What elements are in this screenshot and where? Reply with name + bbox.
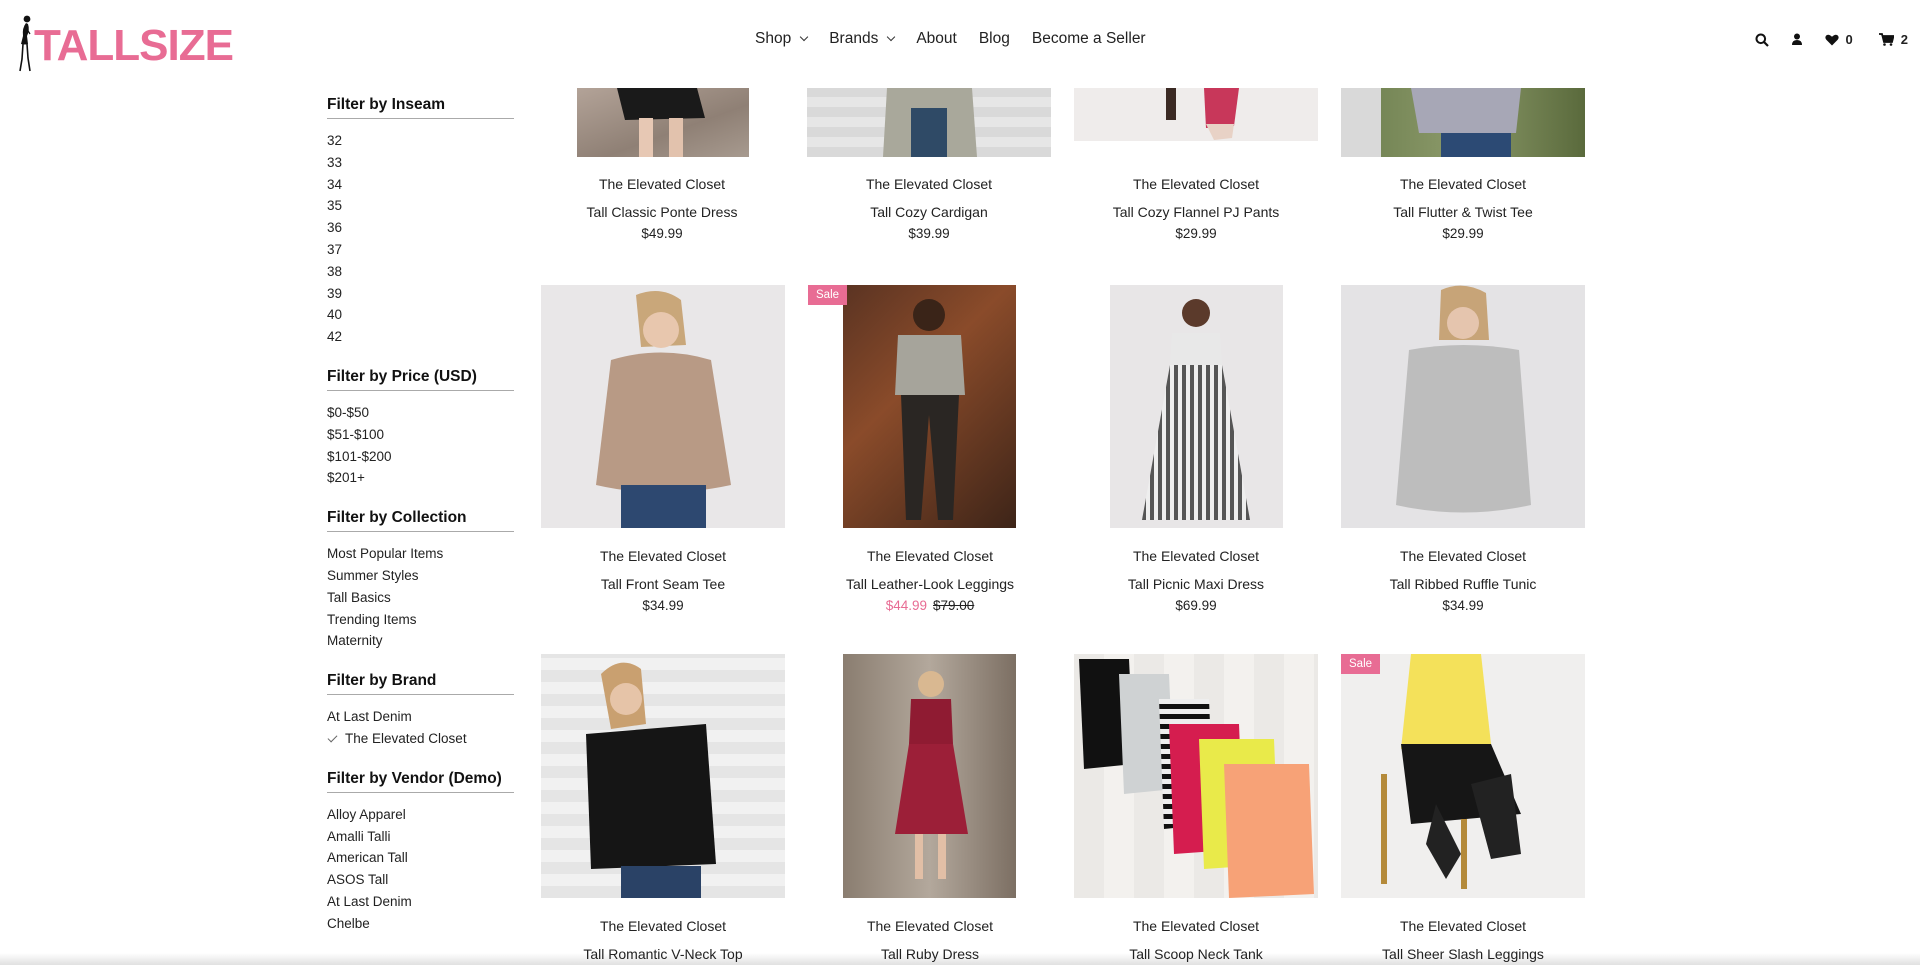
- wishlist-count: 0: [1845, 32, 1853, 47]
- product-name[interactable]: Tall Flutter & Twist Tee: [1341, 202, 1585, 222]
- product-image[interactable]: [1341, 285, 1585, 528]
- product-name[interactable]: Tall Cozy Cardigan: [807, 202, 1051, 222]
- product-price: $29.99: [1442, 226, 1484, 241]
- product-brand: The Elevated Closet: [1132, 548, 1260, 564]
- product-image[interactable]: [1110, 285, 1283, 528]
- cart-button[interactable]: 2: [1878, 32, 1908, 47]
- product-image[interactable]: [541, 654, 785, 898]
- product-image[interactable]: [807, 88, 1051, 157]
- sale-badge: Sale: [808, 285, 848, 305]
- product-image[interactable]: [541, 285, 785, 528]
- sale-badge: Sale: [1341, 654, 1381, 674]
- chevron-down-icon: [887, 32, 896, 42]
- wishlist-button[interactable]: 0: [1824, 32, 1853, 47]
- main-nav: Shop Brands About Blog Become a Seller: [755, 30, 1168, 48]
- nav-about-label: About: [916, 30, 957, 47]
- product-brand: The Elevated Closet: [866, 548, 994, 564]
- product-brand: The Elevated Closet: [1399, 176, 1527, 192]
- product-price: $34.99: [1442, 598, 1484, 613]
- logo-figure-icon: [16, 14, 38, 72]
- product-image[interactable]: [843, 654, 1016, 898]
- product-brand: The Elevated Closet: [598, 176, 726, 192]
- nav-brands[interactable]: Brands: [829, 30, 896, 48]
- original-price: $79.00: [933, 598, 975, 613]
- product-image[interactable]: [577, 88, 749, 157]
- product-grid: The Elevated Closet Tall Classic Ponte D…: [0, 0, 1920, 965]
- product-price: $69.99: [1175, 598, 1217, 613]
- product-name[interactable]: Tall Cozy Flannel PJ Pants: [1074, 202, 1318, 222]
- nav-brands-label: Brands: [829, 30, 879, 47]
- product-brand: The Elevated Closet: [1399, 918, 1527, 934]
- nav-become-seller[interactable]: Become a Seller: [1032, 30, 1146, 48]
- product-image[interactable]: [1074, 88, 1318, 141]
- product-name[interactable]: Tall Ribbed Ruffle Tunic: [1341, 574, 1585, 594]
- sale-price: $44.99: [885, 598, 927, 613]
- search-icon: [1755, 33, 1769, 47]
- account-button[interactable]: [1791, 33, 1803, 46]
- product-brand: The Elevated Closet: [1399, 548, 1527, 564]
- product-brand: The Elevated Closet: [865, 176, 993, 192]
- heart-icon: [1824, 34, 1839, 45]
- product-image[interactable]: [1341, 88, 1585, 157]
- product-price: $49.99: [641, 226, 683, 241]
- product-brand: The Elevated Closet: [599, 548, 727, 564]
- nav-blog-label: Blog: [978, 30, 1010, 47]
- product-brand: The Elevated Closet: [1132, 176, 1260, 192]
- product-name[interactable]: Tall Leather-Look Leggings: [808, 574, 1052, 594]
- product-image[interactable]: [843, 285, 1016, 528]
- product-name[interactable]: Tall Front Seam Tee: [541, 574, 785, 594]
- chevron-down-icon: [799, 32, 809, 42]
- nav-shop-label: Shop: [755, 30, 792, 47]
- product-name[interactable]: Tall Classic Ponte Dress: [540, 202, 784, 222]
- header-icons: 0 2: [1733, 32, 1908, 47]
- search-button[interactable]: [1755, 33, 1769, 47]
- cart-count: 2: [1900, 32, 1908, 47]
- product-price: $34.99: [642, 598, 684, 613]
- product-price: $44.99 $79.00: [808, 597, 1052, 615]
- cart-icon: [1878, 33, 1894, 46]
- product-image[interactable]: [1074, 654, 1318, 898]
- logo-text: TALLSIZE: [34, 21, 234, 70]
- product-brand: The Elevated Closet: [866, 918, 994, 934]
- product-brand: The Elevated Closet: [599, 918, 727, 934]
- product-image[interactable]: [1341, 654, 1585, 898]
- site-logo[interactable]: TALLSIZE: [16, 10, 234, 72]
- nav-become-seller-label: Become a Seller: [1031, 30, 1146, 47]
- nav-shop[interactable]: Shop: [755, 30, 809, 48]
- nav-about[interactable]: About: [916, 30, 957, 48]
- user-icon: [1791, 33, 1802, 45]
- nav-blog[interactable]: Blog: [979, 30, 1010, 48]
- product-name[interactable]: Tall Picnic Maxi Dress: [1074, 574, 1318, 594]
- product-price: $29.99: [1175, 226, 1217, 241]
- product-price: $39.99: [908, 226, 950, 241]
- bottom-shadow: [0, 953, 1920, 965]
- product-brand: The Elevated Closet: [1132, 918, 1260, 934]
- site-header: TALLSIZE Shop Brands About Blog Become a…: [0, 0, 1920, 86]
